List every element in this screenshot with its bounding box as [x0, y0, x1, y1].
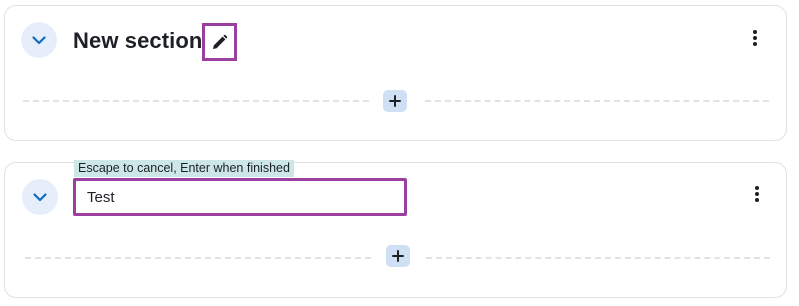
- edit-section-name-button[interactable]: [202, 23, 237, 61]
- divider: [23, 100, 369, 102]
- collapse-section-button[interactable]: [22, 179, 58, 215]
- add-content-button[interactable]: [383, 90, 407, 112]
- pencil-icon: [213, 34, 228, 49]
- divider: [25, 257, 371, 259]
- section-title: New section: [73, 28, 203, 53]
- divider: [426, 257, 770, 259]
- kebab-icon: [753, 30, 757, 34]
- chevron-down-icon: [32, 35, 46, 44]
- collapse-section-button[interactable]: [21, 22, 57, 58]
- edit-hint: Escape to cancel, Enter when finished: [74, 160, 294, 177]
- chevron-down-icon: [33, 192, 47, 201]
- kebab-dot: [755, 198, 759, 202]
- plus-icon: [392, 250, 404, 262]
- section-card-new-section: New section: [4, 5, 787, 141]
- kebab-dot: [753, 42, 757, 46]
- section-name-input[interactable]: [73, 178, 407, 216]
- add-content-button[interactable]: [386, 245, 410, 267]
- plus-icon: [389, 95, 401, 107]
- section-card-editing: Escape to cancel, Enter when finished: [4, 160, 787, 298]
- kebab-dot: [753, 36, 757, 40]
- section-menu-button[interactable]: [750, 27, 760, 49]
- section-menu-button[interactable]: [752, 183, 762, 205]
- divider: [425, 100, 769, 102]
- kebab-icon: [755, 186, 759, 190]
- kebab-dot: [755, 192, 759, 196]
